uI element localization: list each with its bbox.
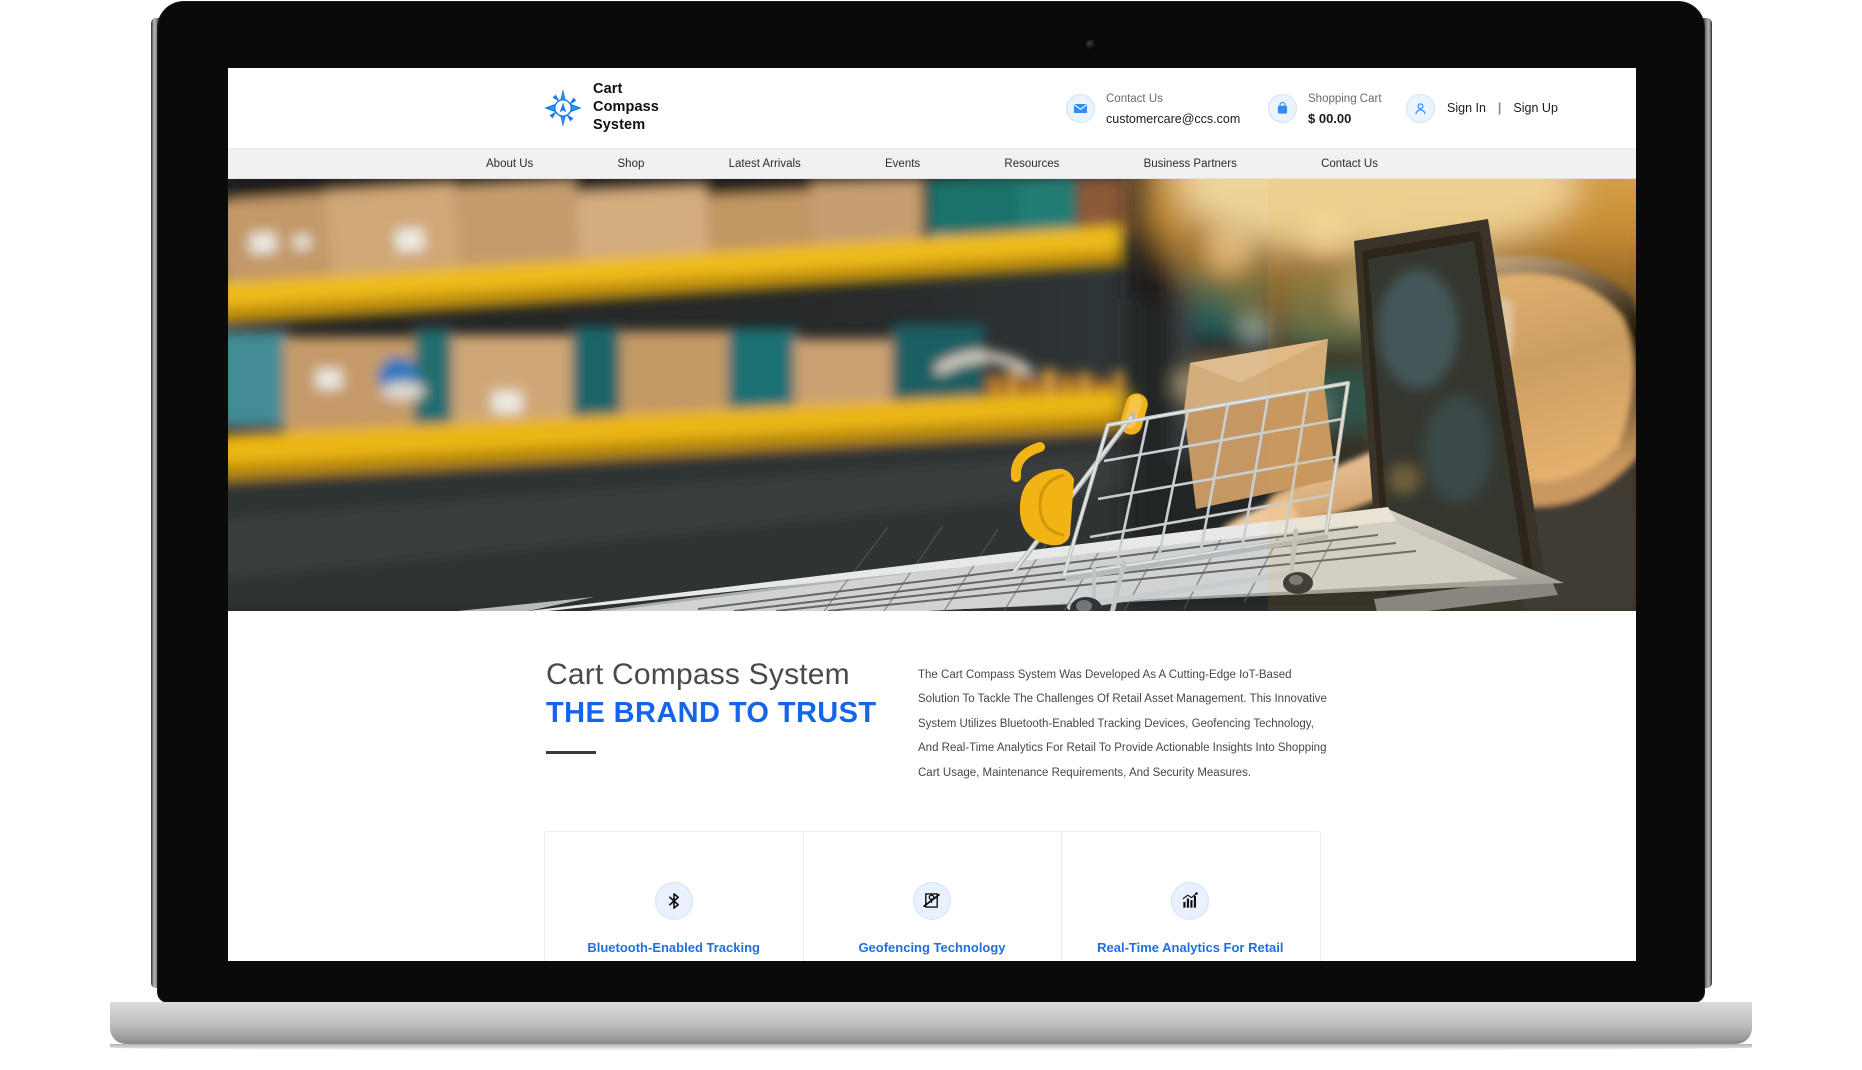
intro-paragraph: The Cart Compass System Was Developed As… xyxy=(918,669,1327,779)
header-shopping-cart[interactable]: Shopping Cart $ 00.00 xyxy=(1268,87,1382,130)
cart-amount: $ 00.00 xyxy=(1308,111,1352,126)
feature-label: Real-Time Analytics For Retail xyxy=(1097,939,1284,955)
nav-item-contact-us[interactable]: Contact Us xyxy=(1321,158,1378,170)
laptop-drop-shadow xyxy=(110,1044,1752,1051)
nav-item-events[interactable]: Events xyxy=(885,158,920,170)
webcam-icon xyxy=(1086,40,1095,49)
nav-items: About Us Shop Latest Arrivals Events Res… xyxy=(228,158,1636,170)
intro-section: Cart Compass System THE BRAND TO TRUST T… xyxy=(228,611,1636,785)
sign-in-link[interactable]: Sign In xyxy=(1447,101,1486,115)
header-contact-us[interactable]: Contact Us customercare@ccs.com xyxy=(1066,87,1240,130)
geofencing-map-pin-icon xyxy=(912,881,951,920)
features-card: Bluetooth-Enabled Tracking Geofencing Te… xyxy=(543,830,1321,961)
main-navigation: About Us Shop Latest Arrivals Events Res… xyxy=(228,148,1636,179)
intro-heading-block: Cart Compass System THE BRAND TO TRUST xyxy=(546,657,893,785)
site-header: Cart Compass System Contact Us customerc… xyxy=(228,68,1636,148)
hero-illustration xyxy=(228,179,1636,611)
page-subtitle: THE BRAND TO TRUST xyxy=(546,697,877,729)
cart-label: Shopping Cart xyxy=(1308,92,1382,105)
shopping-bag-icon xyxy=(1268,93,1297,123)
intro-paragraph-block: The Cart Compass System Was Developed As… xyxy=(918,657,1336,785)
analytics-bar-chart-icon xyxy=(1171,881,1210,920)
brand-name: Cart Compass System xyxy=(593,81,659,134)
contact-email[interactable]: customercare@ccs.com xyxy=(1106,112,1240,126)
title-underline-rule xyxy=(546,751,596,755)
laptop-lid-right-edge xyxy=(1703,18,1712,988)
brand-line-2: Compass xyxy=(593,99,659,116)
laptop-base xyxy=(110,1002,1752,1044)
brand-logo[interactable]: Cart Compass System xyxy=(543,81,659,134)
contact-text: Contact Us customercare@ccs.com xyxy=(1106,87,1240,130)
feature-geofencing-technology[interactable]: Geofencing Technology xyxy=(802,831,1061,961)
sign-up-link[interactable]: Sign Up xyxy=(1513,101,1557,115)
brand-line-1: Cart xyxy=(593,81,623,98)
user-avatar-icon xyxy=(1406,93,1435,123)
feature-label: Geofencing Technology xyxy=(858,939,1006,955)
nav-item-business-partners[interactable]: Business Partners xyxy=(1144,158,1237,170)
header-auth: Sign In | Sign Up xyxy=(1406,93,1558,123)
nav-item-about-us[interactable]: About Us xyxy=(486,158,533,170)
brand-line-3: System xyxy=(593,116,646,133)
envelope-icon xyxy=(1066,93,1095,123)
hero-banner xyxy=(228,179,1636,611)
nav-item-shop[interactable]: Shop xyxy=(618,158,645,170)
compass-star-icon xyxy=(543,88,583,128)
feature-label: Bluetooth-Enabled Tracking xyxy=(587,939,760,955)
nav-item-resources[interactable]: Resources xyxy=(1004,158,1059,170)
screenshot-stage: Cart Compass System Contact Us customerc… xyxy=(0,0,1862,1070)
feature-real-time-analytics-for-retail[interactable]: Real-Time Analytics For Retail xyxy=(1061,831,1319,961)
auth-separator: | xyxy=(1497,101,1502,115)
laptop-screen: Cart Compass System Contact Us customerc… xyxy=(228,68,1636,961)
cart-text: Shopping Cart $ 00.00 xyxy=(1308,87,1382,130)
page-title: Cart Compass System xyxy=(546,658,850,691)
nav-item-latest-arrivals[interactable]: Latest Arrivals xyxy=(729,158,801,170)
bluetooth-icon xyxy=(654,881,693,920)
feature-bluetooth-enabled-tracking[interactable]: Bluetooth-Enabled Tracking xyxy=(545,832,803,961)
contact-label: Contact Us xyxy=(1106,92,1163,105)
